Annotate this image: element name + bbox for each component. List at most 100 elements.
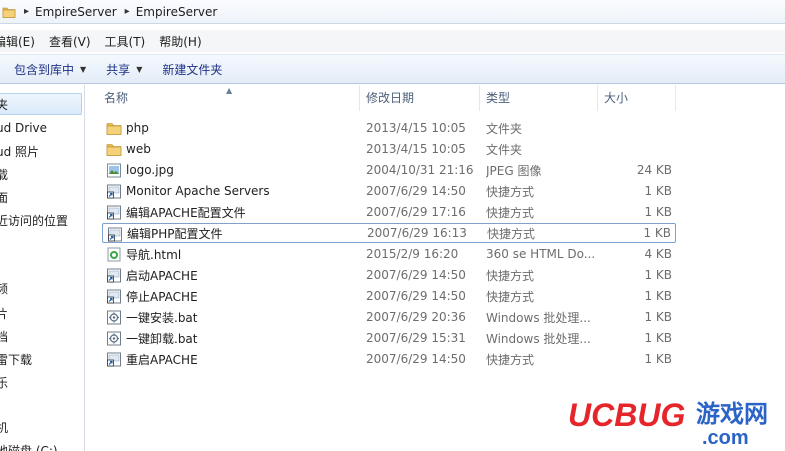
nav-item[interactable]: 地磁盘 (C:) [0, 442, 58, 451]
include-in-library-label: 包含到库中 [14, 62, 75, 77]
column-header-type[interactable]: 类型 [480, 85, 598, 111]
file-name: 停止APACHE [126, 289, 198, 304]
file-name: 重启APACHE [126, 352, 198, 367]
file-type: 360 se HTML Do... [486, 247, 596, 261]
nav-selection-highlight [0, 93, 82, 115]
file-type: 快捷方式 [486, 205, 535, 220]
file-row[interactable]: php 2013/4/15 10:05 文件夹 [102, 118, 676, 138]
share-button[interactable]: 共享 ▼ [96, 61, 152, 78]
file-size: 1 KB [644, 331, 672, 345]
file-name: web [126, 142, 151, 156]
file-type: 快捷方式 [486, 184, 535, 199]
file-row[interactable]: 编辑PHP配置文件 2007/6/29 16:13 快捷方式 1 KB [102, 223, 676, 243]
file-date: 2007/6/29 14:50 [366, 184, 466, 198]
file-name: logo.jpg [126, 163, 174, 177]
command-bar: 包含到库中 ▼ 共享 ▼ 新建文件夹 [0, 54, 785, 84]
menu-tools[interactable]: 工具(T) [99, 33, 154, 50]
file-row[interactable]: 重启APACHE 2007/6/29 14:50 快捷方式 1 KB [102, 349, 676, 369]
file-row[interactable]: 编辑APACHE配置文件 2007/6/29 17:16 快捷方式 1 KB [102, 202, 676, 222]
chevron-right-icon: ▸ [124, 6, 130, 17]
column-header-date[interactable]: 修改日期 [360, 85, 480, 111]
file-date: 2013/4/15 10:05 [366, 142, 466, 156]
file-type: 快捷方式 [486, 289, 535, 304]
file-row[interactable]: 停止APACHE 2007/6/29 14:50 快捷方式 1 KB [102, 286, 676, 306]
nav-item[interactable]: 近访问的位置 [0, 212, 68, 229]
nav-item[interactable]: 频 [0, 280, 8, 297]
file-name: 编辑PHP配置文件 [127, 226, 223, 241]
nav-item[interactable]: ud 照片 [0, 143, 39, 160]
file-name: 编辑APACHE配置文件 [126, 205, 246, 220]
batch-file-icon [106, 310, 122, 325]
nav-item[interactable]: 机 [0, 419, 8, 436]
nav-item[interactable]: ud Drive [0, 121, 47, 135]
nav-item[interactable]: 乐 [0, 374, 8, 391]
file-date: 2015/2/9 16:20 [366, 247, 459, 261]
new-folder-label: 新建文件夹 [162, 62, 223, 77]
file-name: 一键卸载.bat [126, 331, 198, 346]
file-size: 1 KB [644, 310, 672, 324]
chevron-right-icon: ▸ [24, 6, 30, 17]
include-in-library-button[interactable]: 包含到库中 ▼ [4, 61, 96, 78]
file-name: 导航.html [126, 247, 182, 262]
menu-edit[interactable]: 编辑(E) [0, 33, 43, 50]
file-name: 启动APACHE [126, 268, 198, 283]
folder-icon [2, 7, 16, 18]
column-headers: 名称 修改日期 类型 大小 [98, 85, 676, 111]
shortcut-icon [106, 289, 122, 304]
file-type: 快捷方式 [486, 352, 535, 367]
file-row[interactable]: logo.jpg 2004/10/31 21:16 JPEG 图像 24 KB [102, 160, 676, 180]
nav-item[interactable]: 片 [0, 305, 8, 322]
file-size: 4 KB [644, 247, 672, 261]
breadcrumb-item[interactable]: EmpireServer [136, 5, 218, 19]
share-label: 共享 [106, 62, 131, 77]
breadcrumb-item[interactable]: EmpireServer [35, 5, 117, 19]
file-row[interactable]: 一键卸载.bat 2007/6/29 15:31 Windows 批处理... 1 K… [102, 328, 676, 348]
file-row[interactable]: 启动APACHE 2007/6/29 14:50 快捷方式 1 KB [102, 265, 676, 285]
image-file-icon [106, 163, 122, 178]
file-row[interactable]: 一键安装.bat 2007/6/29 20:36 Windows 批处理... 1 K… [102, 307, 676, 327]
file-type: 文件夹 [486, 121, 523, 136]
nav-item[interactable]: 雷下载 [0, 351, 32, 368]
file-date: 2013/4/15 10:05 [366, 121, 466, 135]
nav-item[interactable]: 夹 [0, 96, 8, 113]
file-type: 快捷方式 [487, 226, 536, 241]
file-date: 2007/6/29 14:50 [366, 352, 466, 366]
dropdown-arrow-icon: ▼ [136, 64, 143, 74]
nav-item[interactable]: 面 [0, 189, 8, 206]
file-type: 快捷方式 [486, 268, 535, 283]
file-date: 2007/6/29 16:13 [367, 226, 467, 240]
file-name: Monitor Apache Servers [126, 184, 270, 198]
html-file-icon [106, 247, 122, 262]
file-name: 一键安装.bat [126, 310, 198, 325]
sort-ascending-icon: ▲ [226, 86, 233, 95]
file-size: 1 KB [644, 184, 672, 198]
navigation-pane[interactable]: 夹 ud Drive ud 照片 载 面 近访问的位置 频 片 档 雷下载 乐 … [0, 85, 85, 451]
watermark-cn: 游戏网 [696, 400, 768, 428]
column-header-size[interactable]: 大小 [598, 85, 676, 111]
file-name: php [126, 121, 149, 135]
nav-item[interactable]: 载 [0, 166, 8, 183]
ucbug-watermark-logo: UCBUG 游戏网 .com [568, 397, 768, 448]
file-row[interactable]: web 2013/4/15 10:05 文件夹 [102, 139, 676, 159]
new-folder-button[interactable]: 新建文件夹 [152, 61, 232, 78]
shortcut-icon [106, 205, 122, 220]
menu-bar: 编辑(E) 查看(V) 工具(T) 帮助(H) [0, 30, 785, 52]
menu-view[interactable]: 查看(V) [43, 33, 99, 50]
file-size: 24 KB [636, 163, 672, 177]
file-type: JPEG 图像 [486, 163, 542, 178]
file-date: 2007/6/29 14:50 [366, 289, 466, 303]
file-date: 2007/6/29 20:36 [366, 310, 466, 324]
file-size: 1 KB [644, 268, 672, 282]
menu-help[interactable]: 帮助(H) [153, 33, 209, 50]
file-type: Windows 批处理... [486, 331, 591, 346]
shortcut-icon [106, 268, 122, 283]
file-row[interactable]: Monitor Apache Servers 2007/6/29 14:50 快捷方… [102, 181, 676, 201]
folder-icon [106, 121, 122, 136]
address-bar[interactable]: ▸ EmpireServer ▸ EmpireServer [0, 0, 785, 24]
file-type: 文件夹 [486, 142, 523, 157]
file-type: Windows 批处理... [486, 310, 591, 325]
watermark-brand: UCBUG [568, 397, 685, 433]
file-date: 2007/6/29 14:50 [366, 268, 466, 282]
file-row[interactable]: 导航.html 2015/2/9 16:20 360 se HTML Do... 4 … [102, 244, 676, 264]
nav-item[interactable]: 档 [0, 328, 8, 345]
